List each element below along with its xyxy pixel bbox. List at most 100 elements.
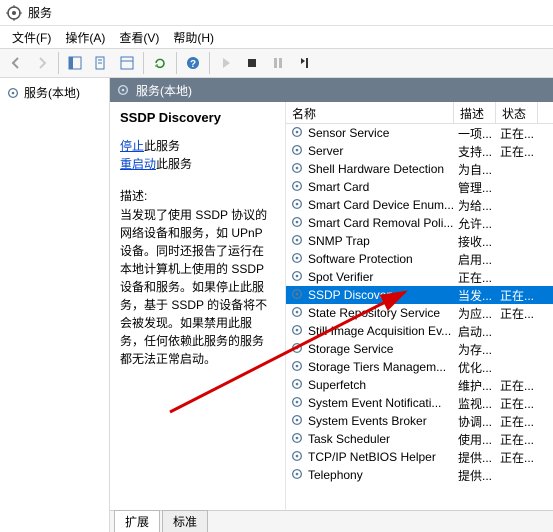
tab-standard[interactable]: 标准 [162, 510, 208, 532]
table-row[interactable]: SSDP Discovery当发...正在... [286, 286, 553, 304]
service-name: System Event Notificati... [308, 396, 441, 410]
service-desc: 一项... [454, 125, 496, 142]
services-app-icon [6, 5, 22, 21]
gear-icon [290, 341, 304, 358]
service-name: TCP/IP NetBIOS Helper [308, 450, 436, 464]
forward-button[interactable] [30, 51, 54, 75]
restart-service-link[interactable]: 重启动 [120, 157, 156, 171]
gear-icon [290, 215, 304, 232]
table-row[interactable]: Smart Card Removal Poli...允许... [286, 214, 553, 232]
properties-button[interactable] [115, 51, 139, 75]
table-row[interactable]: Storage Tiers Managem... 优化... [286, 358, 553, 376]
table-row[interactable]: SNMP Trap 接收... [286, 232, 553, 250]
table-row[interactable]: State Repository Service为应...正在... [286, 304, 553, 322]
table-row[interactable]: Server 支持...正在... [286, 142, 553, 160]
table-row[interactable]: Spot Verifier 正在... [286, 268, 553, 286]
column-status[interactable]: 状态 [496, 102, 538, 123]
service-desc: 使用... [454, 431, 496, 448]
service-name: Storage Tiers Managem... [308, 360, 446, 374]
tree-root-services-local[interactable]: 服务(本地) [2, 82, 107, 103]
service-desc: 正在... [454, 269, 496, 286]
tab-extended[interactable]: 扩展 [114, 510, 160, 532]
service-desc: 接收... [454, 233, 496, 250]
service-name: System Events Broker [308, 414, 427, 428]
help-button[interactable]: ? [181, 51, 205, 75]
table-row[interactable]: Still Image Acquisition Ev...启动... [286, 322, 553, 340]
service-name: Task Scheduler [308, 432, 390, 446]
gear-icon [290, 197, 304, 214]
export-list-button[interactable] [89, 51, 113, 75]
table-row[interactable]: Storage Service为存... [286, 340, 553, 358]
service-desc: 支持... [454, 143, 496, 160]
menu-view[interactable]: 查看(V) [113, 27, 165, 48]
table-row[interactable]: Software Protection启用... [286, 250, 553, 268]
gear-icon [290, 305, 304, 322]
stop-service-link[interactable]: 停止 [120, 139, 144, 153]
service-name: Server [308, 144, 343, 158]
tree-root-label: 服务(本地) [24, 84, 80, 101]
gear-icon [290, 269, 304, 286]
column-name[interactable]: 名称 [286, 102, 454, 123]
service-status: 正在... [496, 413, 538, 430]
toolbar-separator [58, 52, 59, 74]
service-status: 正在... [496, 431, 538, 448]
table-row[interactable]: System Events Broker 协调...正在... [286, 412, 553, 430]
gear-icon [290, 161, 304, 178]
selected-service-name: SSDP Discovery [120, 110, 275, 125]
view-tabs: 扩展 标准 [110, 510, 553, 532]
svg-text:?: ? [190, 59, 196, 70]
menu-help[interactable]: 帮助(H) [167, 27, 220, 48]
table-row[interactable]: Smart Card Device Enum...为给... [286, 196, 553, 214]
show-hide-tree-button[interactable] [63, 51, 87, 75]
restart-service-button[interactable] [292, 51, 316, 75]
stop-suffix: 此服务 [144, 139, 180, 153]
refresh-button[interactable] [148, 51, 172, 75]
toolbar-separator [209, 52, 210, 74]
table-row[interactable]: Telephony提供... [286, 466, 553, 484]
service-status: 正在... [496, 377, 538, 394]
table-row[interactable]: System Event Notificati...监视...正在... [286, 394, 553, 412]
service-detail-pane: SSDP Discovery 停止此服务 重启动此服务 描述: 当发现了使用 S… [110, 102, 285, 510]
table-row[interactable]: Superfetch 维护...正在... [286, 376, 553, 394]
gear-icon [290, 359, 304, 376]
tree-pane: 服务(本地) [0, 78, 110, 532]
service-name: SNMP Trap [308, 234, 370, 248]
service-desc: 启动... [454, 323, 496, 340]
service-desc: 允许... [454, 215, 496, 232]
service-desc: 维护... [454, 377, 496, 394]
service-status: 正在... [496, 143, 538, 160]
service-name: Smart Card [308, 180, 369, 194]
table-row[interactable]: Task Scheduler 使用...正在... [286, 430, 553, 448]
service-name: Storage Service [308, 342, 393, 356]
gear-icon [290, 431, 304, 448]
service-status: 正在... [496, 287, 538, 304]
service-desc: 协调... [454, 413, 496, 430]
window-title: 服务 [28, 4, 52, 21]
service-desc: 优化... [454, 359, 496, 376]
table-row[interactable]: Shell Hardware Detection为自... [286, 160, 553, 178]
gear-icon [290, 251, 304, 268]
gear-icon [290, 125, 304, 142]
back-button[interactable] [4, 51, 28, 75]
table-row[interactable]: Sensor Service一项...正在... [286, 124, 553, 142]
column-description[interactable]: 描述 [454, 102, 496, 123]
pause-service-button[interactable] [266, 51, 290, 75]
table-row[interactable]: Smart Card管理... [286, 178, 553, 196]
start-service-button[interactable] [214, 51, 238, 75]
service-name: Still Image Acquisition Ev... [308, 324, 451, 338]
gear-icon [290, 449, 304, 466]
service-desc: 提供... [454, 467, 496, 484]
menu-action[interactable]: 操作(A) [59, 27, 111, 48]
right-pane-header: 服务(本地) [110, 78, 553, 102]
service-desc: 监视... [454, 395, 496, 412]
gear-icon [290, 143, 304, 160]
service-name: Spot Verifier [308, 270, 373, 284]
toolbar: ? [0, 48, 553, 78]
gear-icon [116, 83, 130, 97]
menu-file[interactable]: 文件(F) [6, 27, 57, 48]
gear-icon [290, 287, 304, 304]
table-row[interactable]: TCP/IP NetBIOS Helper提供...正在... [286, 448, 553, 466]
gear-icon [290, 377, 304, 394]
service-name: Superfetch [308, 378, 366, 392]
stop-service-button[interactable] [240, 51, 264, 75]
